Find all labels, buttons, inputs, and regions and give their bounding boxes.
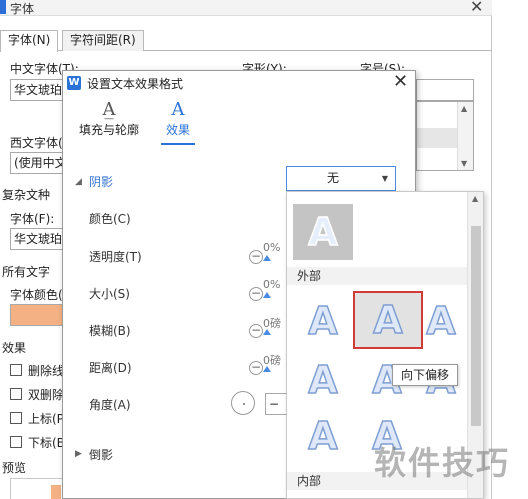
shadow-preset-outer-4[interactable]: A — [293, 352, 353, 408]
double-strikethrough-label: 双删除 — [28, 388, 65, 402]
preset-glyph: A — [308, 357, 339, 403]
preset-glyph: A — [308, 413, 339, 459]
complex-section-label: 复杂文种 — [2, 188, 51, 202]
text-effect-title: 设置文本效果格式 — [87, 77, 184, 91]
distance-slider-handle[interactable] — [263, 366, 271, 372]
active-tab-indicator — [161, 143, 195, 145]
shadow-section-header[interactable]: 阴影 — [89, 173, 113, 190]
western-font-label: 西文字体( — [10, 136, 63, 150]
superscript-checkbox[interactable] — [10, 412, 22, 424]
complex-font-field[interactable]: 华文琥珀 — [10, 228, 70, 250]
screen: 字体 ✕ 字体(N) 字符间距(R) 中文字体(T): 华文琥珀 字形(Y): … — [0, 0, 528, 499]
all-text-section-label: 所有文字 — [2, 265, 51, 279]
tab-fill-outline[interactable]: A̲ 填充与轮廓 — [77, 99, 141, 147]
blur-decrease-button[interactable]: − — [249, 324, 263, 338]
subscript-checkbox[interactable] — [10, 436, 22, 448]
western-font-field[interactable]: (使用中文 — [10, 152, 70, 174]
subscript-label: 下标(B — [28, 436, 65, 450]
font-size-list[interactable]: ▲ ▼ — [416, 101, 474, 171]
shadow-angle-label: 角度(A) — [89, 398, 131, 412]
angle-input[interactable]: − — [265, 393, 287, 415]
chevron-down-icon[interactable]: ▼ — [377, 167, 393, 190]
preview-sample — [51, 485, 61, 499]
shadow-preset-outer-3[interactable]: A — [417, 293, 465, 349]
transparency-value: 0% — [263, 241, 281, 254]
close-icon[interactable]: ✕ — [393, 71, 408, 92]
font-size-scrollbar[interactable]: ▲ ▼ — [457, 102, 473, 170]
shadow-preset-dropdown[interactable]: 无 ▼ — [286, 166, 396, 191]
tab-fill-outline-label: 填充与轮廓 — [78, 123, 139, 137]
preset-glyph: A — [373, 297, 404, 343]
chinese-font-field[interactable]: 华文琥珀 — [10, 79, 70, 101]
close-icon[interactable]: ✕ — [470, 0, 483, 16]
scroll-down-icon[interactable]: ▼ — [461, 159, 467, 168]
preset-glyph: A — [308, 298, 339, 344]
tab-effect-label: 效果 — [165, 123, 190, 137]
expand-triangle-icon[interactable]: ◢ — [75, 177, 82, 187]
font-size-field[interactable] — [416, 79, 474, 101]
tab-font[interactable]: 字体(N) — [0, 30, 59, 52]
scroll-up-icon[interactable]: ▲ — [461, 104, 467, 113]
watermark-text: 软件技巧 — [374, 444, 511, 482]
shadow-distance-label: 距离(D) — [89, 361, 132, 375]
preset-glyph: A — [426, 298, 457, 344]
preview-box — [10, 478, 70, 499]
shadow-blur-label: 模糊(B) — [89, 324, 131, 338]
angle-dial[interactable] — [231, 391, 255, 415]
shadow-size-label: 大小(S) — [89, 287, 130, 301]
size-decrease-button[interactable]: − — [249, 287, 263, 301]
shadow-preset-none[interactable]: A — [293, 204, 353, 260]
tab-char-spacing[interactable]: 字符间距(R) — [62, 30, 144, 51]
shadow-transparency-label: 透明度(T) — [89, 250, 142, 264]
text-fill-icon: A̲ — [102, 99, 116, 120]
size-slider-handle[interactable] — [263, 292, 271, 298]
text-effect-icon: A — [171, 99, 185, 120]
shadow-preset-outer-7[interactable]: A — [293, 408, 353, 464]
scroll-up-icon[interactable]: ▲ — [472, 194, 478, 203]
shadow-preset-outer-1[interactable]: A — [293, 293, 353, 349]
shadow-preset-value: 无 — [326, 171, 339, 185]
app-icon — [0, 0, 6, 14]
shadow-color-label: 颜色(C) — [89, 212, 131, 226]
effects-section-label: 效果 — [2, 341, 27, 355]
scrollbar-thumb[interactable] — [471, 226, 481, 426]
preset-glyph: A — [308, 209, 339, 255]
strikethrough-label: 删除线 — [28, 364, 65, 378]
font-color-label: 字体颜色( — [10, 288, 63, 302]
transparency-decrease-button[interactable]: − — [249, 250, 263, 264]
shadow-preset-offset-bottom[interactable]: A — [353, 291, 423, 349]
preview-label: 预览 — [2, 461, 27, 475]
complex-font-label: 字体(F): — [10, 212, 55, 226]
outer-section-label: 外部 — [287, 267, 467, 285]
blur-slider-handle[interactable] — [263, 329, 271, 335]
text-effect-titlebar: W 设置文本效果格式 ✕ — [63, 71, 415, 95]
size-value: 0% — [263, 278, 281, 291]
strikethrough-checkbox[interactable] — [10, 364, 22, 376]
double-strikethrough-checkbox[interactable] — [10, 388, 22, 400]
distance-decrease-button[interactable]: − — [249, 361, 263, 375]
font-dialog-titlebar: 字体 ✕ — [0, 0, 492, 16]
list-item[interactable] — [417, 128, 457, 148]
collapse-triangle-icon[interactable]: ▶ — [75, 449, 82, 459]
font-dialog-tabs: 字体(N) 字符间距(R) — [0, 30, 492, 52]
preset-tooltip: 向下偏移 — [392, 364, 458, 386]
tab-effect[interactable]: A 效果 — [161, 99, 195, 147]
transparency-slider-handle[interactable] — [263, 255, 271, 261]
font-color-swatch[interactable] — [10, 304, 66, 326]
font-dialog-title: 字体 — [10, 2, 35, 16]
superscript-label: 上标(P — [28, 412, 64, 426]
wps-logo-icon: W — [67, 76, 81, 90]
reflection-section-header[interactable]: 倒影 — [89, 446, 113, 463]
